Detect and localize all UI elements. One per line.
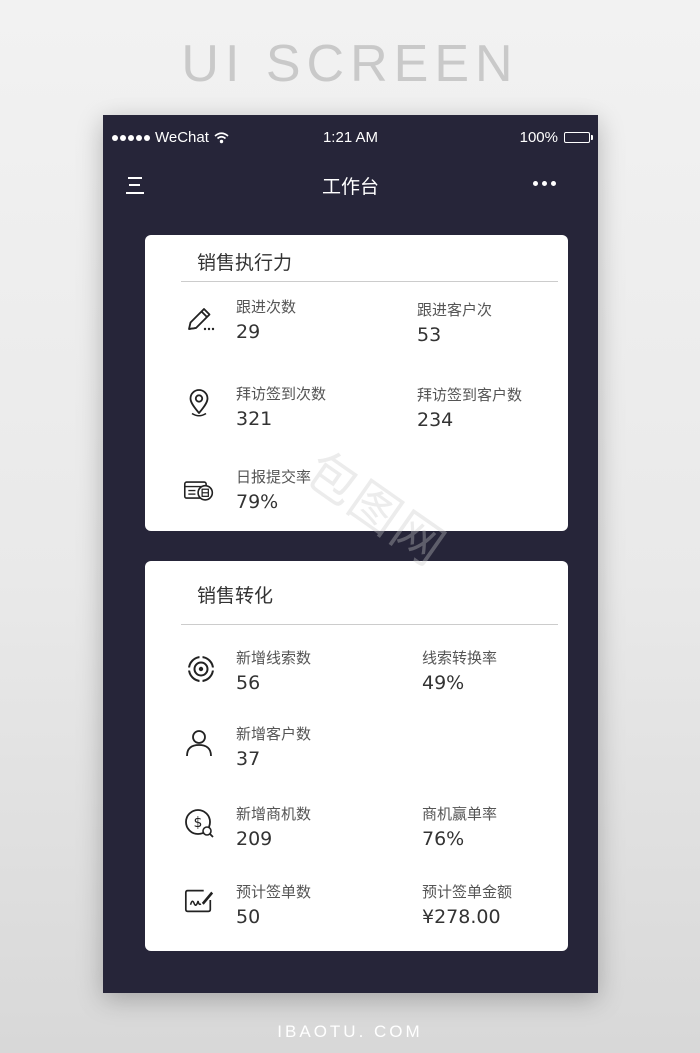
daily-report-rate-value: 79%	[236, 491, 279, 513]
opportunity-win-rate-label: 商机赢单率	[422, 805, 498, 823]
nav-bar: 工作台	[103, 167, 598, 203]
edit-pencil-icon	[188, 308, 215, 331]
ibaotu-footer-watermark: IBAOTU. COM	[277, 1022, 423, 1041]
card-title: 销售执行力	[197, 252, 293, 274]
ui-screen-watermark: UI SCREEN	[181, 35, 519, 93]
sales-conversion-card: 销售转化 新增线索数 56 线索转换率 49% 新增客户数 37 $ 新增商机数…	[145, 561, 568, 951]
new-leads-value: 56	[236, 672, 261, 694]
new-opportunities-value: 209	[236, 828, 273, 850]
dollar-search-icon: $	[185, 809, 214, 838]
card-title: 销售转化	[197, 585, 274, 607]
divider	[181, 281, 558, 282]
new-customers-label: 新增客户数	[236, 725, 312, 743]
target-icon	[187, 655, 215, 683]
expected-deals-value: 50	[236, 906, 261, 928]
visit-checkin-count-value: 321	[236, 408, 273, 430]
battery-percent: 100%	[519, 129, 558, 146]
lead-conversion-rate-label: 线索转换率	[422, 649, 498, 667]
signature-icon	[184, 889, 214, 913]
lead-conversion-rate-value: 49%	[422, 672, 465, 694]
new-customers-value: 37	[236, 748, 261, 770]
svg-text:$: $	[194, 815, 203, 831]
visit-checkin-count-label: 拜访签到次数	[236, 385, 327, 403]
status-right: 100%	[519, 129, 593, 146]
expected-deal-amount-label: 预计签单金额	[422, 883, 513, 901]
visit-checkin-customers-value: 234	[417, 409, 454, 431]
status-bar: WeChat 1:21 AM 100%	[103, 115, 598, 159]
expected-deals-label: 预计签单数	[236, 883, 312, 901]
location-pin-icon	[189, 389, 209, 417]
daily-report-rate-label: 日报提交率	[236, 468, 312, 486]
follow-up-customers-label: 跟进客户次	[417, 301, 493, 319]
phone-screen: WeChat 1:21 AM 100% 工作台 销售执行力 跟进次数 29 跟进…	[103, 115, 598, 993]
follow-up-count-value: 29	[236, 321, 261, 343]
page-title: 工作台	[321, 176, 379, 198]
opportunity-win-rate-value: 76%	[422, 828, 465, 850]
visit-checkin-customers-label: 拜访签到客户数	[417, 386, 523, 404]
new-opportunities-label: 新增商机数	[236, 805, 312, 823]
expected-deal-amount-value: ¥278.00	[422, 906, 501, 928]
follow-up-customers-value: 53	[417, 324, 442, 346]
follow-up-count-label: 跟进次数	[236, 298, 297, 316]
more-options-icon[interactable]	[533, 181, 556, 186]
divider	[181, 624, 558, 625]
new-leads-label: 新增线索数	[236, 649, 312, 667]
battery-icon	[564, 132, 593, 143]
user-icon	[186, 730, 212, 757]
sales-execution-card: 销售执行力 跟进次数 29 跟进客户次 53 拜访签到次数 321 拜访签到客户…	[145, 235, 568, 531]
daily-report-icon	[183, 481, 214, 501]
